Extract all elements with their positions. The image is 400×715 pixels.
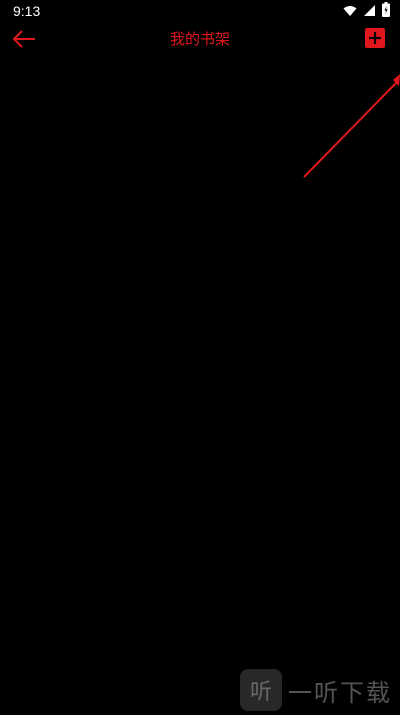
watermark-text: 一听下载: [288, 678, 392, 707]
watermark: 听 一听下载: [240, 668, 400, 712]
battery-icon: [382, 1, 390, 21]
wifi-icon: [343, 2, 357, 21]
watermark-logo-char: 听: [250, 680, 272, 705]
watermark-logo-icon: 听: [240, 669, 282, 711]
app-bar: 我的书架: [0, 22, 400, 56]
plus-icon: [369, 32, 381, 44]
status-time: 9:13: [13, 3, 41, 19]
status-bar: 9:13: [0, 0, 400, 22]
signal-icon: [363, 2, 376, 21]
bookshelf-content: [0, 56, 400, 712]
page-title: 我的书架: [169, 30, 230, 48]
add-book-button[interactable]: [365, 28, 385, 48]
status-icons: [343, 1, 390, 21]
